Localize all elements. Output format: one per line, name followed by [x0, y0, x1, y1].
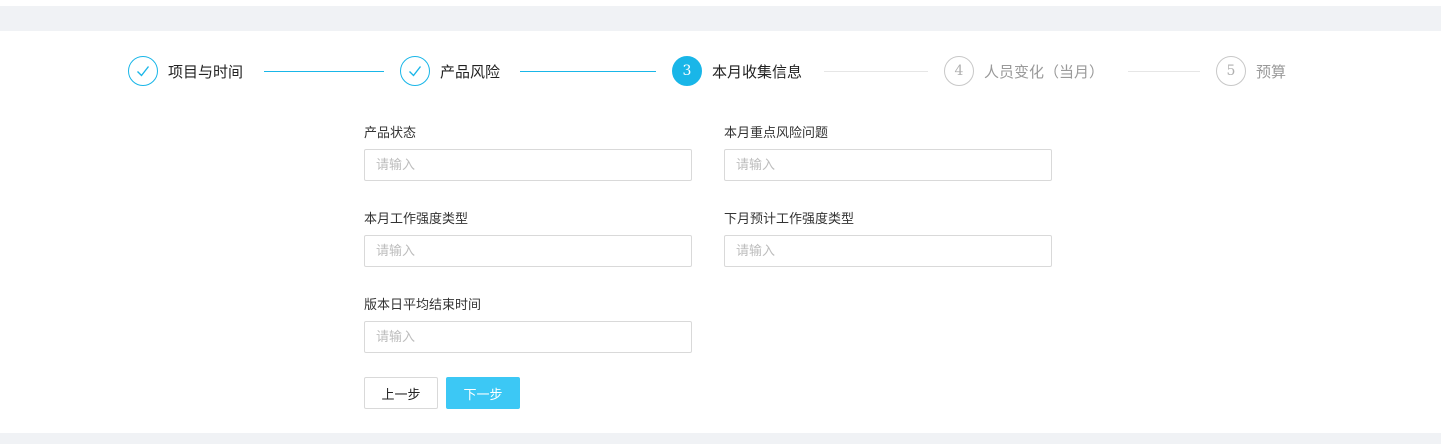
check-icon	[137, 66, 150, 77]
field-label-next-work-intensity: 下月预计工作强度类型	[724, 212, 855, 227]
step-1-circle	[128, 56, 158, 86]
field-label-key-risk: 本月重点风险问题	[724, 126, 829, 141]
step-product-risk[interactable]: 产品风险	[400, 55, 500, 87]
work-intensity-input[interactable]	[364, 235, 692, 267]
step-project-time[interactable]: 项目与时间	[128, 55, 243, 87]
step-connector-2	[520, 71, 656, 72]
next-step-button[interactable]: 下一步	[446, 377, 520, 409]
step-2-circle	[400, 56, 430, 86]
step-2-label: 产品风险	[440, 62, 501, 81]
next-work-intensity-input[interactable]	[724, 235, 1052, 267]
release-end-time-input[interactable]	[364, 321, 692, 353]
step-monthly-info[interactable]: 3 本月收集信息	[672, 55, 802, 87]
top-band	[0, 0, 1441, 6]
form-panel: 项目与时间 产品风险 3 本月收集信息 4 人员变化（当月） 5 预算 产品状态…	[0, 31, 1441, 433]
step-3-circle: 3	[672, 56, 702, 86]
step-4-label: 人员变化（当月）	[984, 62, 1105, 81]
step-connector-4	[1128, 71, 1200, 72]
check-icon	[409, 66, 422, 77]
step-1-label: 项目与时间	[168, 62, 244, 81]
step-4-circle: 4	[944, 56, 974, 86]
step-5-circle: 5	[1216, 56, 1246, 86]
field-label-product-status: 产品状态	[364, 126, 417, 141]
step-3-label: 本月收集信息	[712, 62, 803, 81]
step-connector-1	[264, 71, 384, 72]
key-risk-input[interactable]	[724, 149, 1052, 181]
prev-step-button[interactable]: 上一步	[364, 377, 438, 409]
step-budget[interactable]: 5 预算	[1216, 55, 1286, 87]
field-label-work-intensity: 本月工作强度类型	[364, 212, 469, 227]
product-status-input[interactable]	[364, 149, 692, 181]
field-label-release-end-time: 版本日平均结束时间	[364, 298, 482, 313]
step-staff-change[interactable]: 4 人员变化（当月）	[944, 55, 1104, 87]
step-5-label: 预算	[1256, 62, 1287, 81]
step-connector-3	[824, 71, 928, 72]
